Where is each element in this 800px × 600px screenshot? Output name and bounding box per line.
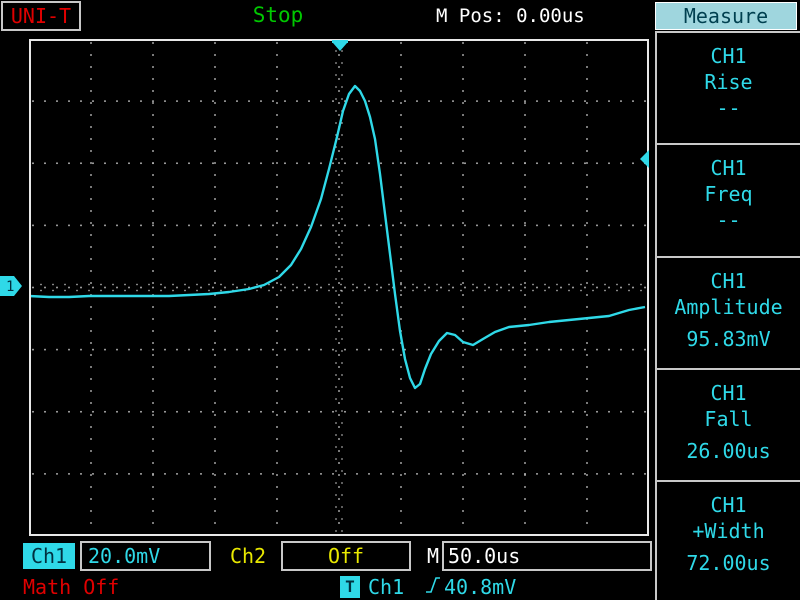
math-status: Math Off: [23, 575, 120, 599]
timebase-readout: 50.0us: [442, 541, 652, 571]
measure-panel-freq[interactable]: CH1 Freq --: [655, 143, 800, 256]
measure-value: --: [716, 96, 741, 120]
ch1-ground-marker[interactable]: 1: [0, 276, 22, 296]
trigger-level: 40.8mV: [444, 575, 517, 599]
screen-border: [29, 39, 649, 536]
measure-value: --: [716, 208, 741, 232]
ch1-label[interactable]: Ch1: [23, 543, 75, 569]
measure-panel-width[interactable]: CH1 +Width 72.00us: [655, 480, 800, 600]
run-status: Stop: [252, 3, 304, 27]
ch1-marker-label: 1: [6, 279, 14, 295]
measure-name: Rise: [704, 70, 753, 94]
trigger-level-marker[interactable]: [638, 150, 652, 168]
measure-value: 26.00us: [686, 439, 771, 463]
measure-name: Amplitude: [674, 295, 783, 319]
measure-name: Freq: [704, 182, 753, 206]
trigger-icon: T: [340, 576, 360, 598]
measure-source: CH1: [710, 44, 747, 68]
menu-title: Measure: [655, 2, 797, 30]
main-timebase-label: M: [426, 544, 440, 568]
measure-panel-fall[interactable]: CH1 Fall 26.00us: [655, 368, 800, 480]
measure-panel-amplitude[interactable]: CH1 Amplitude 95.83mV: [655, 256, 800, 368]
measure-source: CH1: [710, 493, 747, 517]
measure-source: CH1: [710, 269, 747, 293]
measure-panel-rise[interactable]: CH1 Rise --: [655, 31, 800, 143]
ch2-label[interactable]: Ch2: [222, 543, 274, 569]
ch2-volts-div: Off: [281, 541, 411, 571]
measure-name: +Width: [692, 519, 765, 543]
measure-source: CH1: [710, 381, 747, 405]
horizontal-position-readout: M Pos: 0.00us: [436, 5, 585, 27]
brand-logo: UNI-T: [1, 1, 81, 31]
measure-value: 72.00us: [686, 551, 771, 575]
trigger-source: Ch1: [368, 575, 405, 599]
ch1-volts-div: 20.0mV: [80, 541, 211, 571]
trigger-position-marker[interactable]: [330, 40, 350, 52]
measure-source: CH1: [710, 156, 747, 180]
measure-value: 95.83mV: [686, 327, 771, 351]
measure-name: Fall: [704, 407, 753, 431]
rising-edge-icon: [426, 577, 440, 593]
